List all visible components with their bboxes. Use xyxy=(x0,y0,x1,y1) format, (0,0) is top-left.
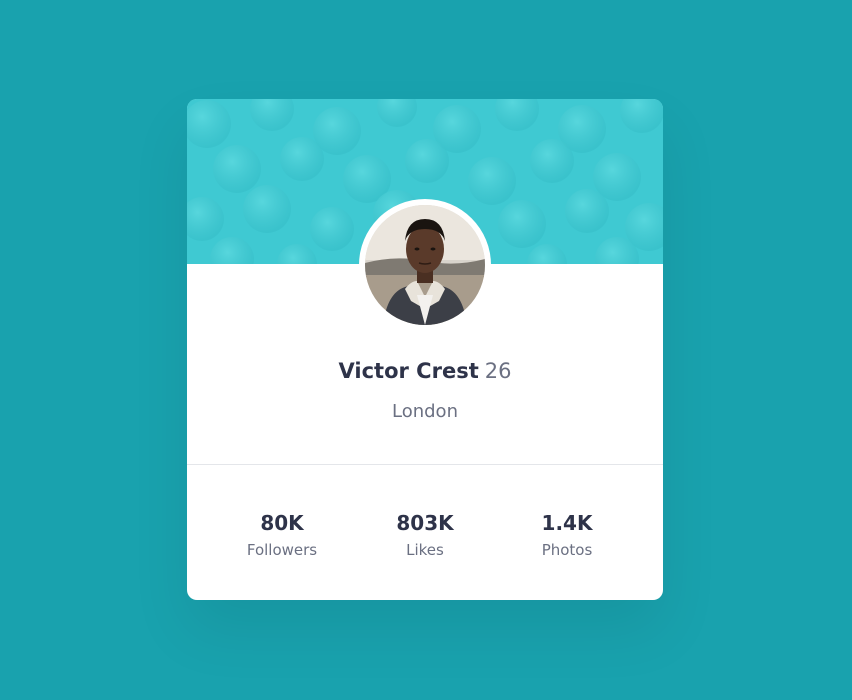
profile-name: Victor Crest xyxy=(338,359,479,383)
avatar xyxy=(359,199,491,331)
page-background: Victor Crest 26 London 80K Followers 803K… xyxy=(0,0,852,700)
stat-photos-label: Photos xyxy=(541,541,593,559)
stat-photos: 1.4K Photos xyxy=(492,509,642,559)
stats-row: 80K Followers 803K Likes 1.4K Photos xyxy=(187,509,663,569)
profile-age: 26 xyxy=(484,359,512,383)
stat-likes: 803K Likes xyxy=(350,509,500,559)
stat-followers-value: 80K xyxy=(260,511,304,535)
stat-followers-label: Followers xyxy=(246,541,318,559)
stat-likes-label: Likes xyxy=(406,541,444,559)
stat-photos-value: 1.4K xyxy=(541,511,593,535)
stat-followers: 80K Followers xyxy=(207,509,357,559)
profile-location: London xyxy=(392,401,458,422)
stat-likes-value: 803K xyxy=(396,511,454,535)
card-divider xyxy=(187,464,663,465)
profile-name-line: Victor Crest 26 xyxy=(187,357,663,385)
profile-card: Victor Crest 26 London 80K Followers 803K… xyxy=(187,99,663,600)
person-photo-icon xyxy=(365,205,485,325)
